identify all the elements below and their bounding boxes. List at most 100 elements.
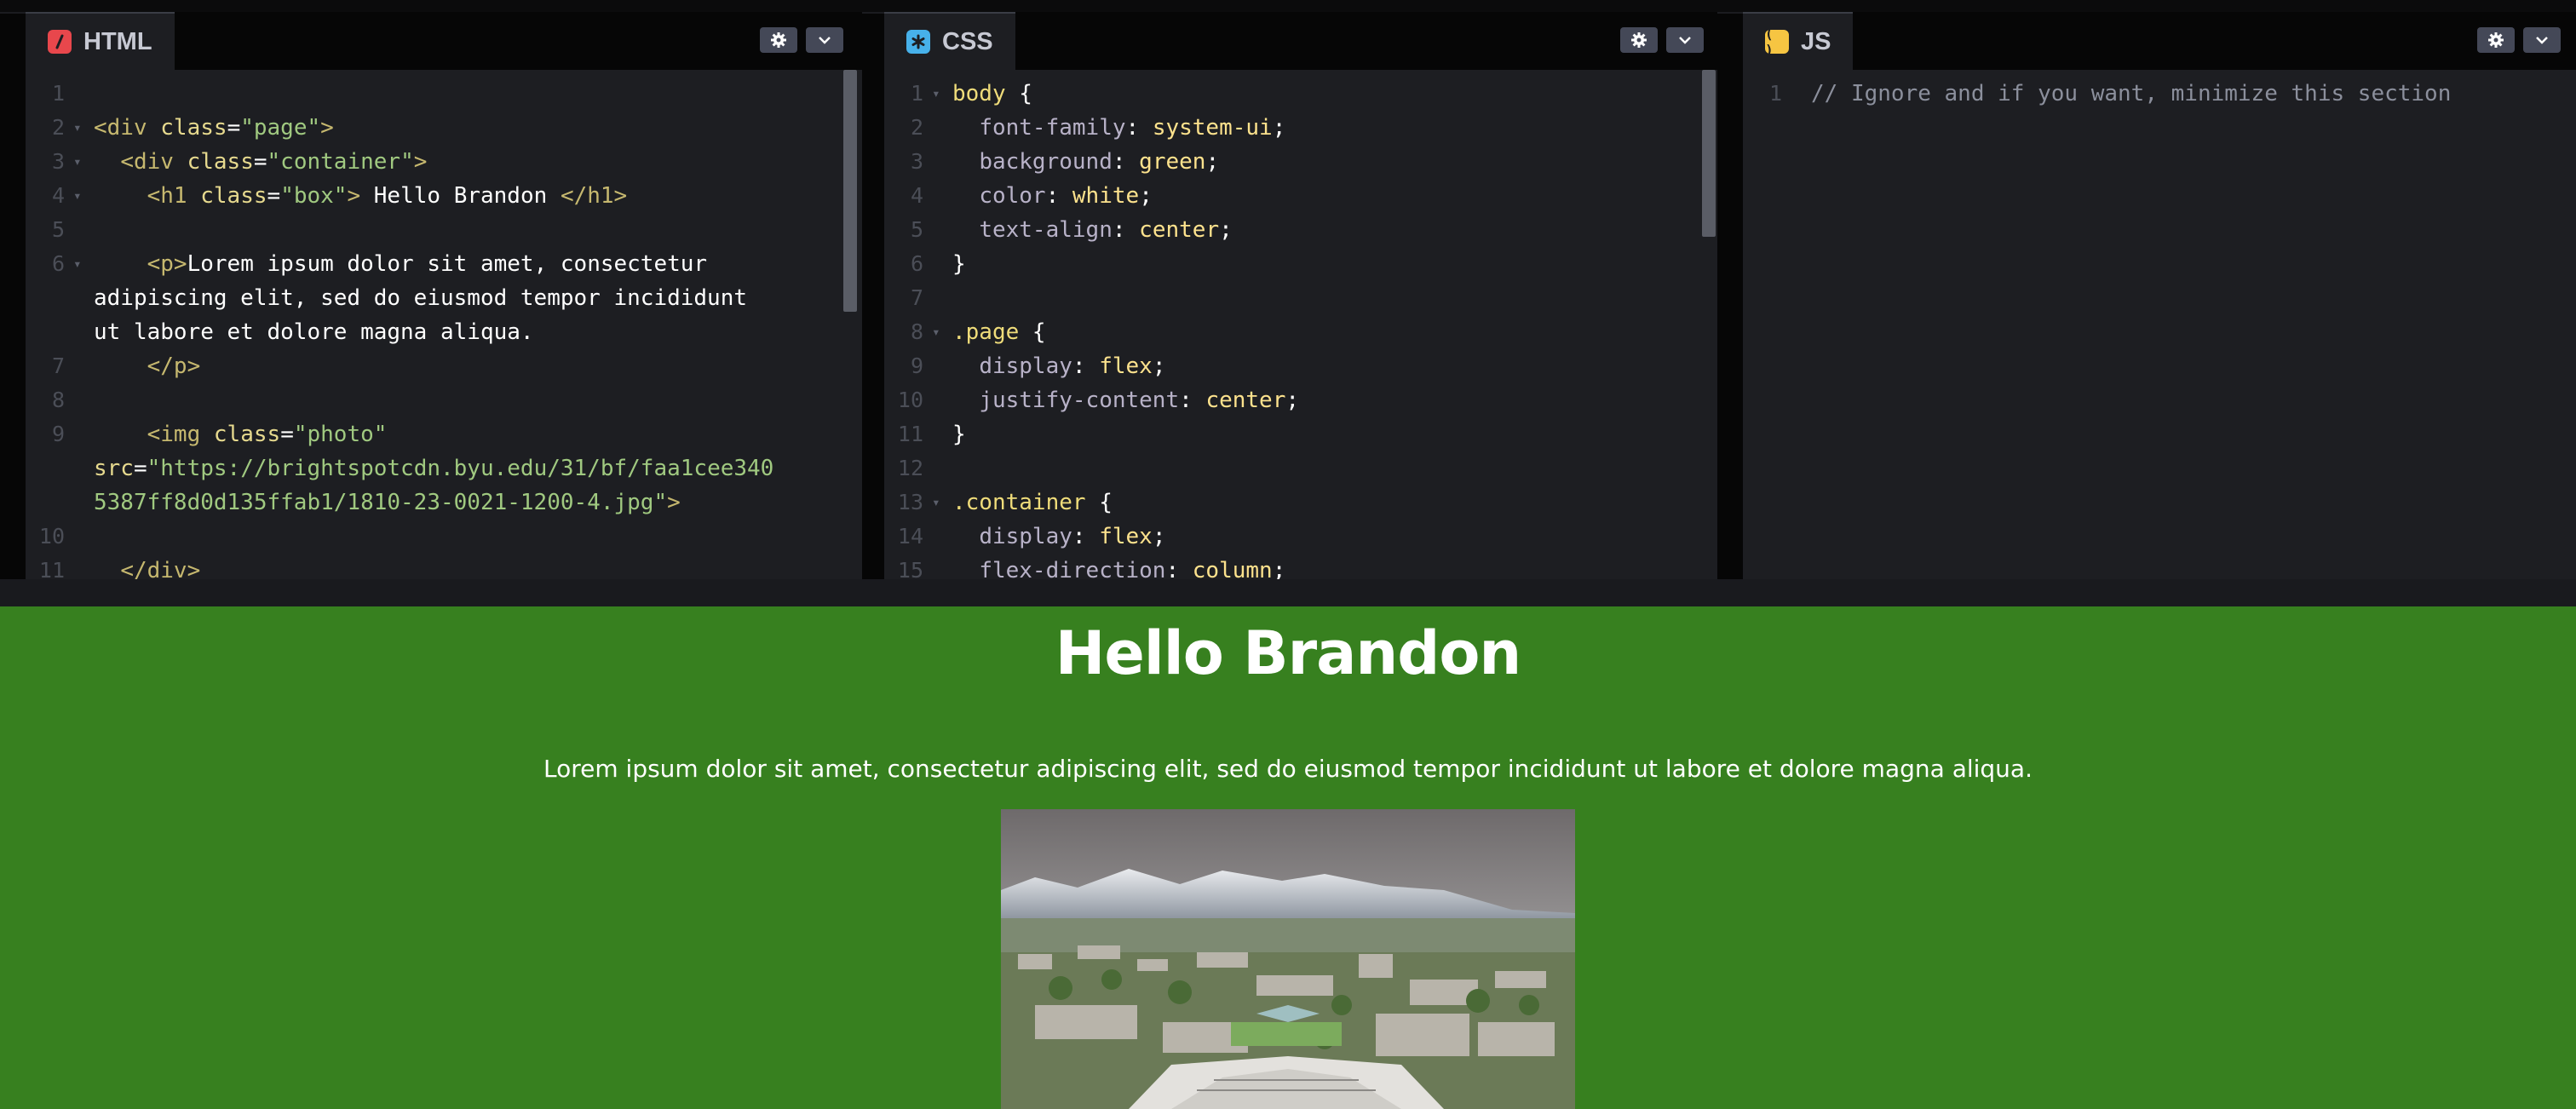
line-number: 4 (910, 183, 923, 208)
code-line[interactable]: 3 ▾ <div class="container"> (26, 145, 862, 179)
code-text: text-align: center; (979, 217, 1233, 243)
code-line[interactable]: 2 font-family: system-ui; (884, 111, 1717, 145)
html-settings-button[interactable] (760, 27, 797, 53)
code-line[interactable]: 5 (26, 213, 862, 247)
fold-arrow-icon[interactable]: ▾ (932, 77, 940, 111)
code-line[interactable]: 8 ▾ .page { (884, 315, 1717, 349)
fold-arrow-icon[interactable]: ▾ (73, 247, 82, 281)
line-number: 8 (51, 388, 65, 412)
code-text: body { (952, 81, 1032, 106)
code-line[interactable]: 6} (884, 247, 1717, 281)
html-pane-header: HTML (26, 12, 862, 70)
code-line[interactable]: 7 </p> (26, 349, 862, 383)
code-line[interactable]: 11} (884, 417, 1717, 451)
fold-arrow-icon[interactable]: ▾ (73, 145, 82, 179)
code-text: <p>Lorem ipsum dolor sit amet, consectet… (147, 251, 708, 277)
code-line[interactable]: 12 (884, 451, 1717, 486)
line-number: 7 (51, 353, 65, 378)
js-settings-button[interactable] (2477, 27, 2515, 53)
code-line[interactable]: 15 flex-direction: column; (884, 554, 1717, 579)
css-scrollbar[interactable] (1702, 70, 1716, 237)
gear-icon (771, 32, 786, 48)
tab-js[interactable]: ( ) JS (1743, 12, 1854, 70)
code-text: src="https://brightspotcdn.byu.edu/31/bf… (94, 456, 774, 481)
line-number: 10 (38, 524, 65, 549)
line-number: 15 (897, 558, 923, 579)
line-number: 7 (910, 285, 923, 310)
code-text: <img class="photo" (147, 422, 388, 447)
code-text: display: flex; (979, 524, 1166, 549)
code-line[interactable]: adipiscing elit, sed do eiusmod tempor i… (26, 281, 862, 315)
js-code-editor[interactable]: 1 // Ignore and if you want, minimize thi… (1743, 70, 2576, 579)
code-line[interactable]: 6 ▾ <p>Lorem ipsum dolor sit amet, consec… (26, 247, 862, 281)
line-number: 5 (51, 217, 65, 242)
code-line[interactable]: 9 display: flex; (884, 349, 1717, 383)
code-line[interactable]: 4 color: white; (884, 179, 1717, 213)
code-line[interactable]: 11 </div> (26, 554, 862, 579)
code-text: <div class="page"> (94, 115, 334, 141)
fold-arrow-icon[interactable]: ▾ (73, 111, 82, 145)
html-collapse-button[interactable] (806, 27, 843, 53)
line-number: 4 (51, 183, 65, 208)
css-collapse-button[interactable] (1666, 27, 1704, 53)
code-line[interactable]: 5 text-align: center; (884, 213, 1717, 247)
line-number: 14 (897, 524, 923, 549)
code-line[interactable]: 10 justify-content: center; (884, 383, 1717, 417)
code-text: } (952, 251, 966, 277)
css-pane-header: CSS (884, 12, 1717, 70)
code-line[interactable]: 7 (884, 281, 1717, 315)
code-line[interactable]: 8 (26, 383, 862, 417)
tab-js-label: JS (1801, 27, 1831, 55)
code-line[interactable]: 14 display: flex; (884, 520, 1717, 554)
code-line[interactable]: 1 (26, 77, 862, 111)
code-line[interactable]: 4 ▾ <h1 class="box"> Hello Brandon </h1> (26, 179, 862, 213)
asterisk-icon (906, 30, 930, 54)
braces-icon: ( ) (1765, 26, 1789, 58)
code-text: <h1 class="box"> Hello Brandon </h1> (147, 183, 628, 209)
css-code-editor[interactable]: 1 ▾ body {2 font-family: system-ui; 3 backg… (884, 70, 1717, 579)
gear-icon (2488, 32, 2504, 48)
line-number: 8 (910, 319, 923, 344)
line-number: 2 (51, 115, 65, 140)
line-number: 11 (897, 422, 923, 446)
chevron-down-icon (1679, 37, 1691, 44)
fold-arrow-icon[interactable]: ▾ (932, 315, 940, 349)
code-line[interactable]: 13 ▾ .container { (884, 486, 1717, 520)
code-text: font-family: system-ui; (979, 115, 1286, 141)
line-number: 6 (910, 251, 923, 276)
code-text: ut labore et dolore magna aliqua. (94, 319, 534, 345)
code-line[interactable]: 1 ▾ body { (884, 77, 1717, 111)
editor-area: HTML 1 2 ▾ <div class="page"> 3 ▾ <div class=… (0, 0, 2576, 579)
code-line[interactable]: src="https://brightspotcdn.byu.edu/31/bf… (26, 451, 862, 486)
code-text: // Ignore and if you want, minimize this… (1811, 81, 2452, 106)
code-text: 5387ff8d0d135ffab1/1810-23-0021-1200-4.j… (94, 490, 681, 515)
code-line[interactable]: 2 ▾ <div class="page"> (26, 111, 862, 145)
tab-html-label: HTML (83, 27, 152, 55)
html-editor-pane: HTML 1 2 ▾ <div class="page"> 3 ▾ <div class=… (26, 12, 862, 579)
line-number: 1 (1768, 81, 1782, 106)
result-preview: Hello Brandon Lorem ipsum dolor sit amet… (0, 606, 2576, 1109)
fold-arrow-icon[interactable]: ▾ (932, 486, 940, 520)
html-code-editor[interactable]: 1 2 ▾ <div class="page"> 3 ▾ <div class="cont… (26, 70, 862, 579)
code-text: <div class="container"> (120, 149, 428, 175)
code-text: display: flex; (979, 353, 1166, 379)
code-line[interactable]: 5387ff8d0d135ffab1/1810-23-0021-1200-4.j… (26, 486, 862, 520)
code-line[interactable]: 1 // Ignore and if you want, minimize thi… (1743, 77, 2576, 111)
resize-handle[interactable] (0, 579, 2576, 606)
code-line[interactable]: 3 background: green; (884, 145, 1717, 179)
line-number: 2 (910, 115, 923, 140)
code-line[interactable]: ut labore et dolore magna aliqua. (26, 315, 862, 349)
code-line[interactable]: 9 <img class="photo" (26, 417, 862, 451)
tab-css[interactable]: CSS (884, 12, 1015, 70)
tab-css-label: CSS (942, 27, 993, 55)
preview-paragraph: Lorem ipsum dolor sit amet, consectetur … (543, 755, 2033, 783)
js-collapse-button[interactable] (2523, 27, 2561, 53)
code-line[interactable]: 10 (26, 520, 862, 554)
code-text: </p> (147, 353, 201, 379)
code-text: .page { (952, 319, 1046, 345)
fold-arrow-icon[interactable]: ▾ (73, 179, 82, 213)
tab-html[interactable]: HTML (26, 12, 175, 70)
line-number: 3 (910, 149, 923, 174)
html-scrollbar[interactable] (843, 70, 857, 312)
css-settings-button[interactable] (1620, 27, 1658, 53)
